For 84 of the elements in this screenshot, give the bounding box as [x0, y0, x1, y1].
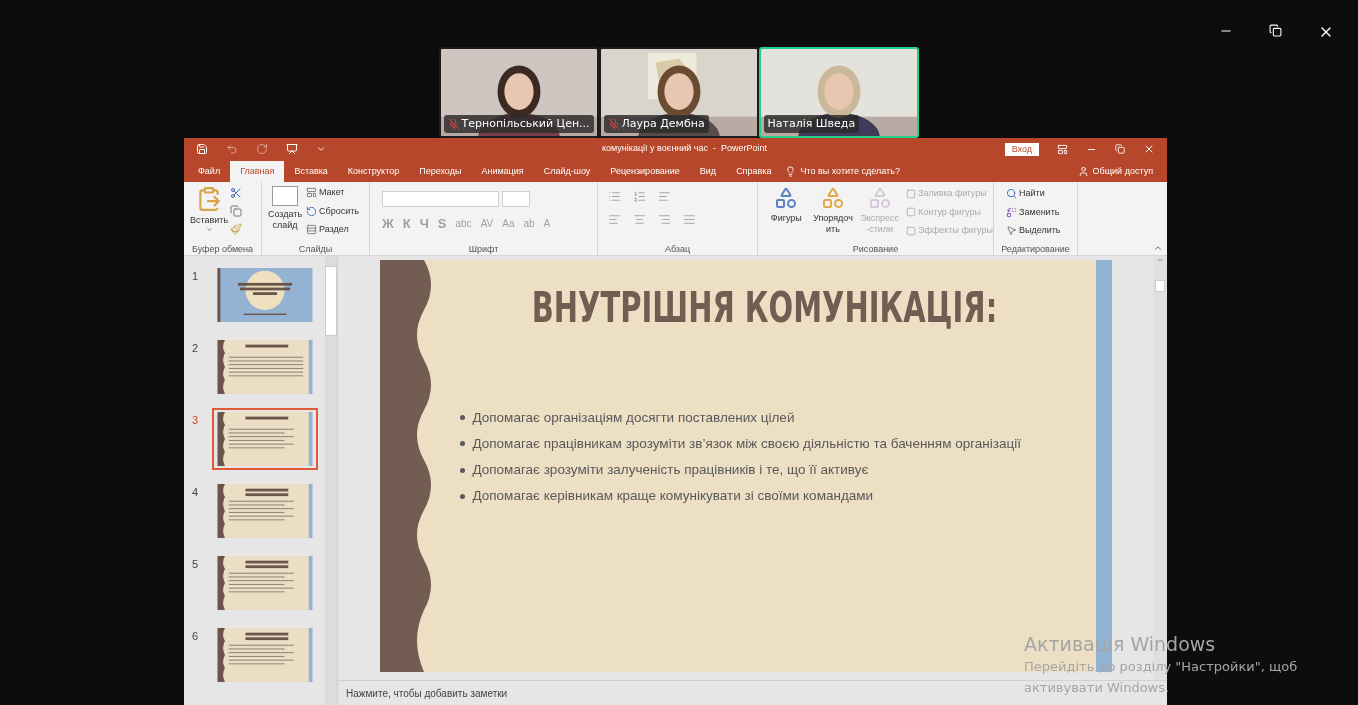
scrollbar[interactable]	[325, 256, 337, 705]
slides-menu-item[interactable]: Макет	[306, 186, 359, 200]
tell-me-field[interactable]: Что вы хотите сделать?	[800, 164, 900, 179]
lightbulb-icon	[785, 166, 797, 177]
ribbon-tab[interactable]: Рецензирование	[600, 161, 690, 182]
ribbon-tab[interactable]: Конструктор	[337, 161, 410, 182]
slide-number: 2	[191, 341, 200, 356]
editing-item[interactable]: Найти	[1006, 187, 1077, 201]
slide-number: 5	[191, 557, 200, 572]
copy-icon[interactable]	[230, 205, 242, 217]
collapse-ribbon-icon[interactable]	[1153, 243, 1163, 253]
ribbon-display-icon[interactable]	[1057, 143, 1068, 155]
square-icon	[905, 188, 916, 199]
share-button[interactable]: Общий доступ	[1092, 164, 1153, 179]
group-label: Редактирование	[1000, 243, 1071, 255]
scroll-up-icon[interactable]	[1156, 256, 1164, 264]
paste-button[interactable]: Вставить	[192, 186, 226, 233]
save-icon[interactable]	[196, 143, 208, 155]
notes-placeholder[interactable]: Нажмите, чтобы добавить заметки	[346, 685, 508, 701]
new-slide-button[interactable]: Создать слайд	[268, 186, 302, 231]
editing-item[interactable]: Заменить	[1006, 205, 1077, 219]
font-name-field[interactable]	[382, 191, 499, 207]
numbering-icon[interactable]	[633, 190, 646, 203]
ribbon-tab[interactable]: Главная	[230, 161, 285, 182]
group-label: Рисование	[851, 243, 900, 255]
slides-menu-item[interactable]: Сбросить	[306, 204, 359, 218]
bullet-text: Допомагає зрозуміти залученість працівників і те, що її активує	[472, 461, 869, 479]
group-label: Шрифт	[467, 243, 500, 255]
slides-menu-item[interactable]: Раздел	[306, 223, 359, 237]
section-icon	[306, 224, 317, 236]
ribbon-tab[interactable]: Слайд-шоу	[533, 161, 601, 182]
slide-thumbnail[interactable]	[212, 408, 318, 470]
square-icon	[905, 225, 916, 236]
align-right-icon[interactable]	[658, 213, 671, 226]
square-icon	[905, 207, 916, 218]
sign-in-button[interactable]: Вход	[1004, 142, 1039, 156]
bullets-icon[interactable]	[608, 190, 621, 203]
replace-icon	[1006, 206, 1017, 218]
bullet-text: Допомагає працівникам зрозуміти зв’язок між своєю діяльністю та баченням організації	[472, 434, 1021, 453]
window-title: комунікації у воєнний час - PowerPoint	[602, 142, 768, 156]
cut-icon[interactable]	[230, 187, 242, 199]
bullet-text: Допомагає організаціям досягти поставлених цілей	[472, 408, 795, 427]
clipboard-icon	[196, 186, 222, 212]
layout-icon	[306, 187, 317, 199]
editing-item[interactable]: Выделить	[1006, 224, 1077, 238]
participant-name-text: Тернопільський Цен...	[461, 115, 590, 132]
person-icon	[1077, 166, 1089, 177]
shapes-icon	[774, 186, 799, 210]
scroll-thumb[interactable]	[325, 266, 337, 336]
slide-title: ВНУТРІШНЯ КОМУНІКАЦІЯ:	[531, 280, 998, 335]
justify-icon[interactable]	[683, 213, 696, 226]
restore-icon[interactable]	[1269, 24, 1282, 37]
ribbon-tab[interactable]: Вид	[689, 161, 727, 182]
format-painter-icon[interactable]	[230, 223, 242, 235]
participant-name-text: Наталія Шведа	[767, 115, 856, 132]
pointer-icon	[1006, 225, 1017, 237]
ribbon-tab[interactable]: Переходы	[409, 161, 472, 182]
align-left-icon[interactable]	[608, 213, 621, 226]
indent-icon[interactable]	[658, 190, 671, 203]
ribbon-tab[interactable]: Файл	[188, 161, 231, 182]
group-label: Абзац	[663, 243, 692, 255]
slide-number: 3	[191, 413, 200, 428]
participant-name-text: Лаура Дембна	[621, 115, 705, 132]
group-label: Слайды	[297, 243, 334, 255]
caret-icon	[205, 226, 213, 233]
scroll-thumb[interactable]	[1155, 280, 1165, 292]
ribbon-tab[interactable]: Анимация	[471, 161, 534, 182]
group-label: Буфер обмена	[190, 243, 255, 255]
shapes-icon	[821, 186, 845, 210]
bullet-text: Допомагає керівникам краще комунікувати зі своїми командами	[472, 487, 874, 506]
drawing-button[interactable]: Фигуры	[766, 186, 807, 224]
slide-number: 1	[191, 269, 200, 284]
ribbon-tab[interactable]: Справка	[726, 161, 782, 182]
font-size-field[interactable]	[502, 191, 530, 207]
slide-number: 6	[191, 629, 200, 644]
ribbon-tab[interactable]: Вставка	[284, 161, 338, 182]
shapes-icon	[867, 186, 892, 210]
align-center-icon[interactable]	[633, 213, 646, 226]
slideshow-icon[interactable]	[286, 143, 298, 155]
slide-number: 4	[191, 485, 200, 500]
customize-icon[interactable]	[316, 144, 326, 154]
drawing-button[interactable]: Упорядочить	[812, 186, 854, 235]
search-icon	[1006, 188, 1017, 200]
reset-icon	[306, 205, 317, 217]
